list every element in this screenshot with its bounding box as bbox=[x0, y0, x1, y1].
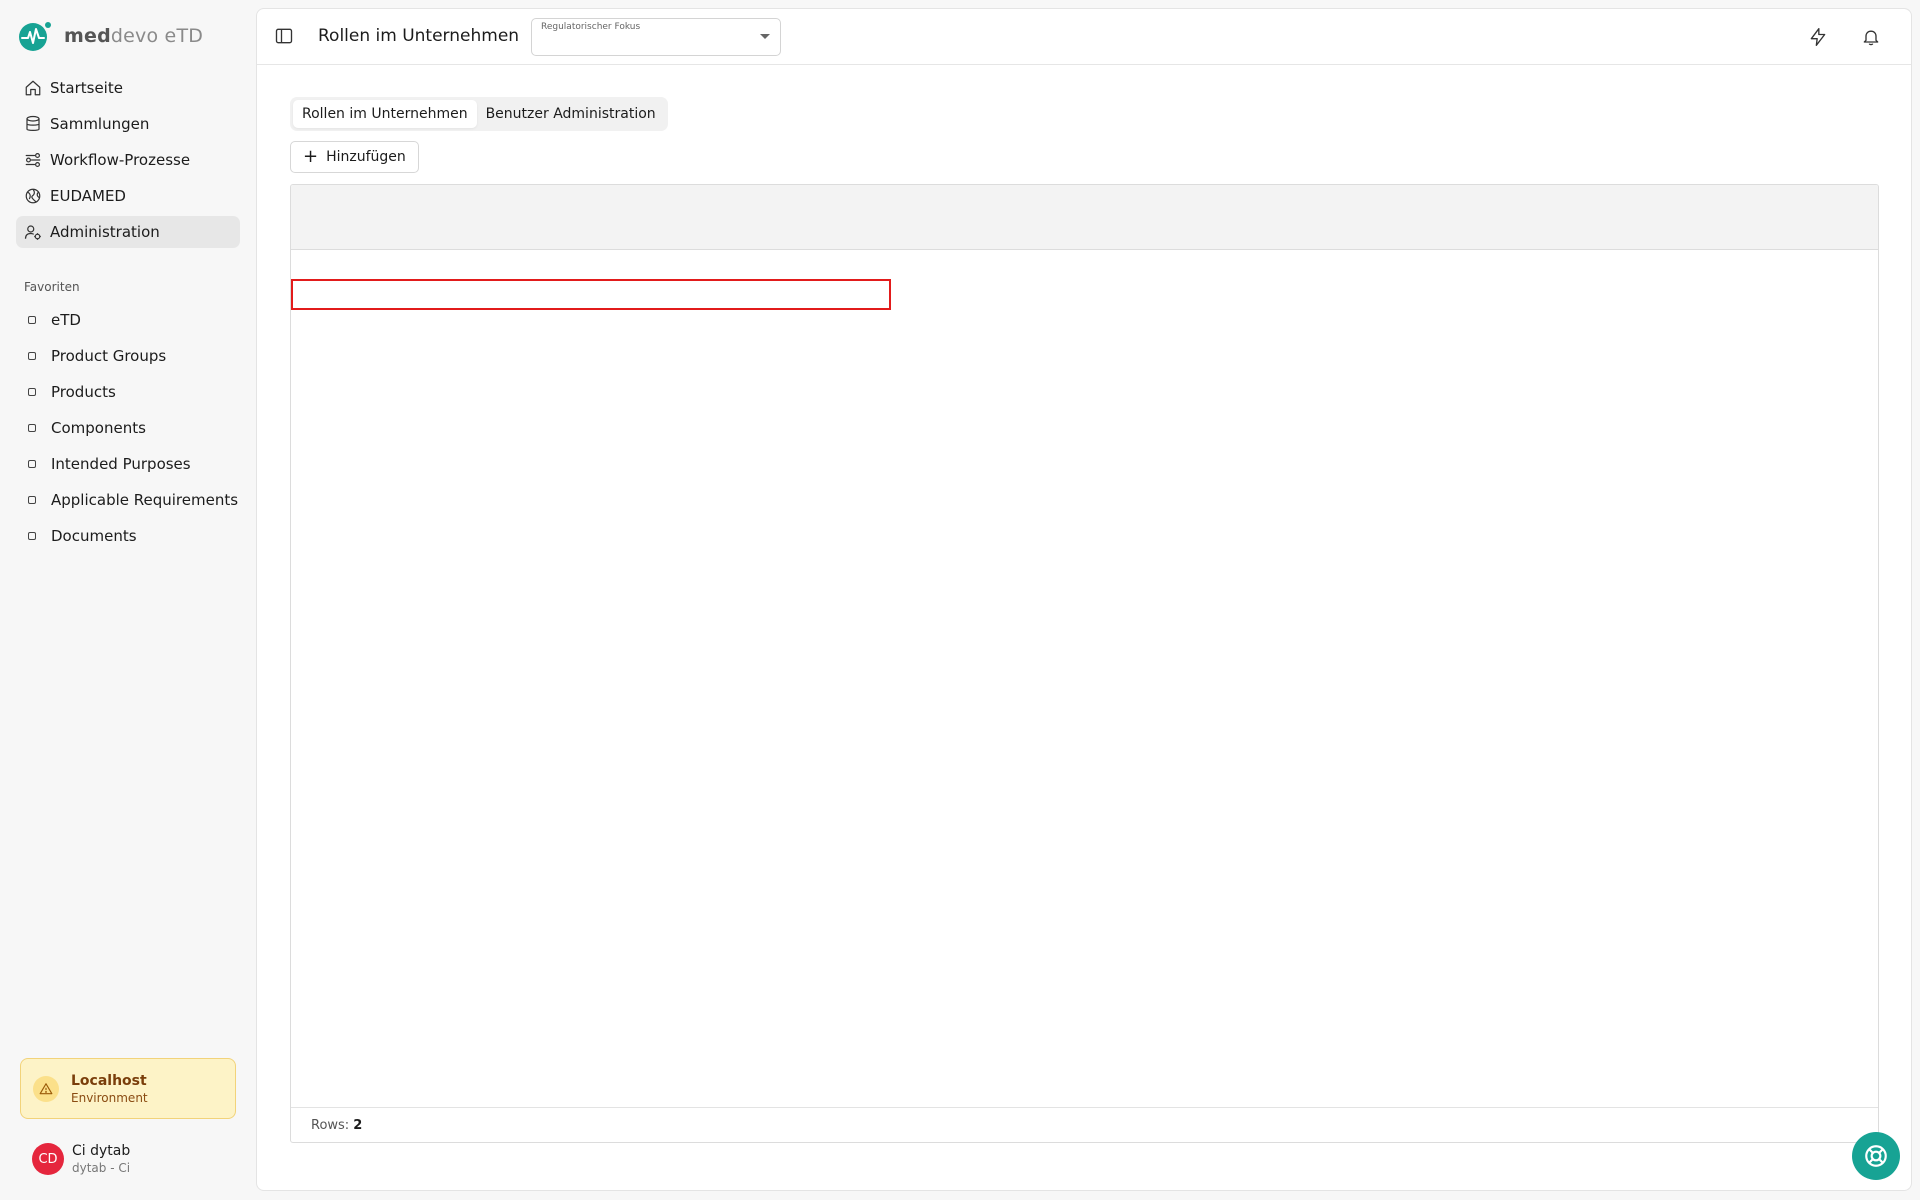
lifebuoy-icon bbox=[1865, 1145, 1887, 1167]
sidebar-item-label: Workflow-Prozesse bbox=[50, 151, 191, 169]
sidebar-item-workflow-prozesse[interactable]: Workflow-Prozesse bbox=[16, 144, 240, 176]
rows-label: Rows: bbox=[311, 1117, 350, 1133]
favorite-item-applicable-requirements[interactable]: Applicable Requirements bbox=[16, 484, 240, 516]
plus-icon: + bbox=[303, 146, 319, 167]
sidebar-item-label: Administration bbox=[50, 223, 160, 241]
square-icon bbox=[28, 532, 36, 540]
main-panel: Rollen im Unternehmen Regulatorischer Fo… bbox=[256, 8, 1912, 1191]
sidebar-item-label: Sammlungen bbox=[50, 115, 150, 133]
favorite-item-intended-purposes[interactable]: Intended Purposes bbox=[16, 448, 240, 480]
grid-footer: Rows: 2 bbox=[291, 1107, 1878, 1142]
environment-title: Localhost bbox=[71, 1072, 147, 1089]
sidebar-item-administration[interactable]: Administration bbox=[16, 216, 240, 248]
warning-icon bbox=[33, 1075, 59, 1102]
sidebar-item-sammlungen[interactable]: Sammlungen bbox=[16, 108, 240, 140]
user-settings-icon bbox=[24, 225, 41, 240]
page-title: Rollen im Unternehmen bbox=[318, 26, 520, 46]
globe-icon bbox=[25, 188, 41, 204]
favorite-item-products[interactable]: Products bbox=[16, 376, 240, 408]
sidebar-item-label: EUDAMED bbox=[50, 187, 126, 205]
avatar: CD bbox=[32, 1143, 64, 1175]
data-grid: Rows: 2 bbox=[290, 184, 1879, 1143]
favorites-heading: Favoriten bbox=[24, 280, 80, 294]
tab-benutzer-administration[interactable]: Benutzer Administration bbox=[477, 100, 665, 128]
home-icon bbox=[25, 80, 41, 96]
square-icon bbox=[28, 460, 36, 468]
square-icon bbox=[28, 496, 36, 504]
square-icon bbox=[28, 424, 36, 432]
user-menu[interactable]: CD Ci dytab dytab - Ci bbox=[32, 1143, 130, 1175]
favorite-label: Intended Purposes bbox=[51, 455, 191, 473]
favorite-label: Applicable Requirements bbox=[51, 491, 239, 509]
sidebar-nav: Startseite Sammlungen Workflow-Prozesse … bbox=[16, 72, 240, 252]
workflow-icon bbox=[25, 153, 41, 167]
sidebar-item-startseite[interactable]: Startseite bbox=[16, 72, 240, 104]
lightning-icon[interactable] bbox=[1808, 27, 1828, 47]
favorite-item-components[interactable]: Components bbox=[16, 412, 240, 444]
add-button[interactable]: + Hinzufügen bbox=[290, 141, 419, 173]
favorite-item-etd[interactable]: eTD bbox=[16, 304, 240, 336]
sidebar-toggle-icon[interactable] bbox=[274, 26, 294, 46]
app-logo[interactable]: meddevo eTD bbox=[18, 20, 203, 52]
meddevo-logo-icon bbox=[19, 22, 51, 51]
favorite-label: Components bbox=[51, 419, 146, 437]
top-bar: Rollen im Unternehmen Regulatorischer Fo… bbox=[257, 9, 1911, 65]
favorite-item-product-groups[interactable]: Product Groups bbox=[16, 340, 240, 372]
add-button-label: Hinzufügen bbox=[326, 149, 406, 165]
environment-subtitle: Environment bbox=[71, 1090, 148, 1105]
bell-icon[interactable] bbox=[1861, 27, 1881, 47]
select-label: Regulatorischer Fokus bbox=[541, 22, 641, 32]
sidebar-item-label: Startseite bbox=[50, 79, 123, 97]
favorite-item-documents[interactable]: Documents bbox=[16, 520, 240, 552]
user-org: dytab - Ci bbox=[72, 1161, 131, 1175]
environment-badge: Localhost Environment bbox=[20, 1058, 236, 1119]
favorites-list: eTD Product Groups Products Components I… bbox=[16, 304, 240, 556]
sidebar-item-eudamed[interactable]: EUDAMED bbox=[16, 180, 240, 212]
help-button[interactable] bbox=[1852, 1132, 1900, 1180]
favorite-label: Documents bbox=[51, 527, 137, 545]
favorite-label: Products bbox=[51, 383, 116, 401]
grid-header bbox=[291, 185, 1878, 250]
favorite-label: eTD bbox=[51, 311, 81, 329]
regulatory-focus-select[interactable]: Regulatorischer Fokus bbox=[531, 18, 781, 56]
rows-count: 2 bbox=[353, 1117, 363, 1133]
tab-bar: Rollen im Unternehmen Benutzer Administr… bbox=[290, 97, 668, 131]
user-name: Ci dytab bbox=[72, 1143, 131, 1159]
app-name: meddevo eTD bbox=[64, 25, 204, 47]
square-icon bbox=[28, 388, 36, 396]
chevron-down-icon bbox=[760, 34, 770, 39]
square-icon bbox=[28, 316, 36, 324]
favorite-label: Product Groups bbox=[51, 347, 167, 365]
database-icon bbox=[26, 115, 40, 131]
table-row[interactable] bbox=[291, 279, 891, 310]
sidebar: meddevo eTD Startseite Sammlungen Workfl… bbox=[0, 0, 256, 1200]
tab-rollen-im-unternehmen[interactable]: Rollen im Unternehmen bbox=[293, 100, 477, 128]
square-icon bbox=[28, 352, 36, 360]
